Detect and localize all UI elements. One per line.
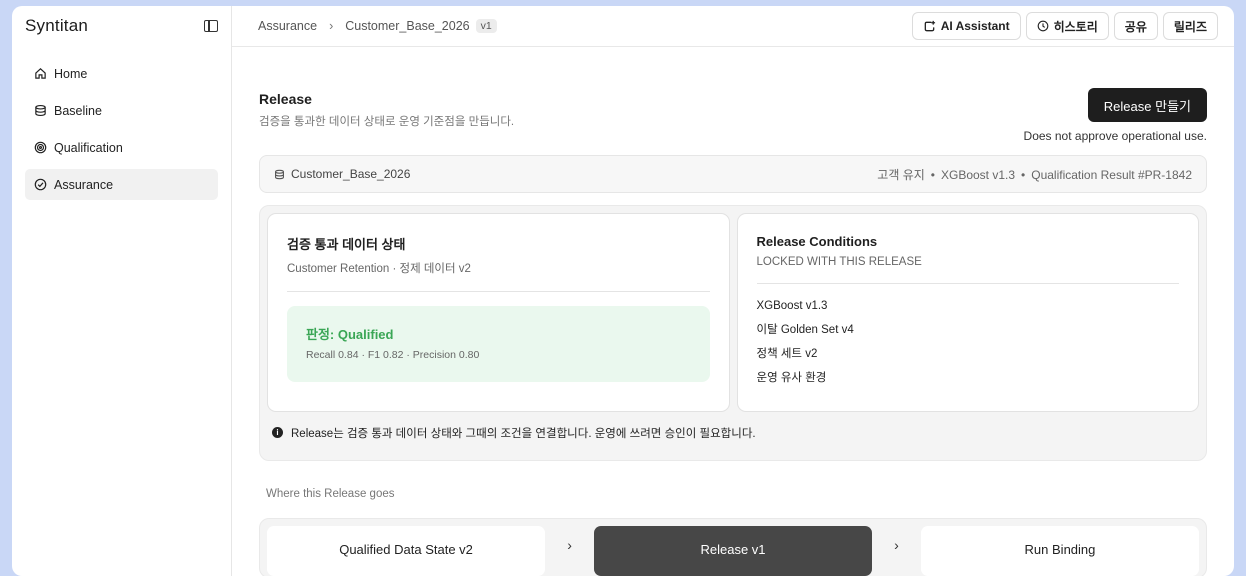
context-dataset: Customer_Base_2026 [274, 167, 410, 181]
verdict-metrics: Recall 0.84 · F1 0.82 · Precision 0.80 [306, 349, 480, 361]
context-dataset-name: Customer_Base_2026 [291, 167, 411, 181]
sidebar-item-label: Assurance [54, 177, 114, 192]
target-icon [34, 141, 47, 154]
page-subtitle: 검증을 통과한 데이터 상태로 운영 기준점을 만듭니다. [259, 116, 515, 128]
sidebar-nav: Home Baseline Qualification Assurance [25, 58, 218, 200]
sidebar-item-label: Qualification [54, 140, 123, 155]
condition-item: 이탈 Golden Set v4 [756, 324, 854, 336]
brand-logo: Syntitan [25, 16, 89, 35]
content: Release 검증을 통과한 데이터 상태로 운영 기준점을 만듭니다. Re… [259, 47, 1207, 576]
share-button[interactable]: 공유 [1113, 12, 1158, 40]
history-icon [1037, 20, 1048, 32]
sidebar-item-label: Home [54, 66, 88, 81]
cards-row: 검증 통과 데이터 상태 Customer Retention · 정제 데이터… [267, 213, 1199, 412]
separator-dot: • [1021, 167, 1026, 182]
context-tag-model: XGBoost v1.3 [940, 167, 1016, 182]
brand-row: Syntitan [25, 6, 218, 46]
top-bar: Assurance › Customer_Base_2026 v1 AI Ass… [232, 6, 1234, 47]
context-tags: 고객 유지 • XGBoost v1.3 • Qualification Result … [877, 166, 1192, 183]
info-message: i Release는 검증 통과 데이터 상태와 그때의 조건을 연결합니다. … [267, 412, 1199, 453]
separator-dot: • [930, 167, 935, 182]
info-icon: i [272, 427, 283, 438]
release-flow: Qualified Data State v2 › Release v1 › R… [259, 518, 1207, 576]
verdict-text: 판정: Qualified [306, 327, 394, 342]
context-tag-result: Qualification Result #PR-1842 [1031, 167, 1192, 182]
releases-label: 릴리즈 [1173, 19, 1207, 34]
database-icon [35, 104, 46, 117]
release-panel: 검증 통과 데이터 상태 Customer Retention · 정제 데이터… [259, 205, 1207, 461]
chevron-right-icon: › [894, 537, 899, 553]
home-icon [35, 68, 46, 79]
card-subtitle: Customer Retention · 정제 데이터 v2 [287, 260, 710, 292]
breadcrumb: Assurance › Customer_Base_2026 v1 [258, 19, 497, 33]
context-bar: Customer_Base_2026 고객 유지 • XGBoost v1.3 • Qu… [259, 155, 1207, 193]
verdict-box: 판정: Qualified Recall 0.84 · F1 0.82 · Pr… [287, 306, 710, 382]
conditions-list: XGBoost v1.3 이탈 Golden Set v4 정책 세트 v2 운… [757, 298, 1180, 394]
sidebar-toggle-icon[interactable] [204, 20, 218, 32]
chevron-right-icon: › [567, 537, 572, 553]
card-title: Release Conditions [756, 234, 878, 249]
flow-step-release[interactable]: Release v1 [593, 526, 873, 576]
sidebar-item-label: Baseline [54, 103, 102, 118]
breadcrumb-dataset[interactable]: Customer_Base_2026 [345, 19, 469, 33]
ai-assistant-label: AI Assistant [940, 19, 1010, 33]
condition-item: XGBoost v1.3 [756, 300, 828, 312]
create-release-button[interactable]: Release 만들기 [1087, 88, 1207, 122]
releases-button[interactable]: 릴리즈 [1162, 12, 1218, 40]
database-icon [275, 169, 284, 179]
page-title: Release [259, 91, 312, 107]
qualified-state-card: 검증 통과 데이터 상태 Customer Retention · 정제 데이터… [267, 213, 730, 412]
sidebar: Syntitan Home Baseline Qualification Ass… [12, 6, 232, 576]
approval-note: Does not approve operational use. [1023, 129, 1207, 143]
sparkle-icon [924, 20, 935, 31]
condition-item: 정책 세트 v2 [756, 348, 818, 360]
where-label: Where this Release goes [266, 488, 395, 500]
sidebar-item-home[interactable]: Home [25, 58, 218, 89]
ai-assistant-button[interactable]: AI Assistant [911, 12, 1021, 40]
info-text: Release는 검증 통과 데이터 상태와 그때의 조건을 연결합니다. 운영… [291, 427, 756, 440]
context-tag-purpose: 고객 유지 [877, 167, 925, 182]
flow-step-run-binding[interactable]: Run Binding [920, 526, 1200, 576]
version-badge: v1 [475, 19, 497, 33]
release-conditions-card: Release Conditions LOCKED WITH THIS RELE… [736, 213, 1199, 412]
flow-step-qualified-state[interactable]: Qualified Data State v2 [267, 526, 546, 576]
card-title: 검증 통과 데이터 상태 [287, 237, 406, 252]
check-circle-icon [34, 178, 47, 191]
page-header: Release 검증을 통과한 데이터 상태로 운영 기준점을 만듭니다. Re… [259, 47, 1207, 155]
sidebar-item-assurance[interactable]: Assurance [25, 169, 218, 200]
top-actions: AI Assistant 히스토리 공유 릴리즈 [911, 12, 1218, 40]
app-window: Syntitan Home Baseline Qualification Ass… [12, 6, 1234, 576]
share-label: 공유 [1124, 19, 1147, 34]
condition-item: 운영 유사 환경 [756, 372, 827, 384]
breadcrumb-assurance[interactable]: Assurance [258, 19, 317, 33]
history-button[interactable]: 히스토리 [1025, 12, 1109, 40]
chevron-right-icon: › [329, 19, 334, 33]
main-area: Assurance › Customer_Base_2026 v1 AI Ass… [232, 6, 1234, 576]
history-label: 히스토리 [1053, 19, 1098, 34]
sidebar-item-baseline[interactable]: Baseline [25, 95, 218, 126]
card-subtitle: LOCKED WITH THIS RELEASE [756, 256, 1179, 284]
sidebar-item-qualification[interactable]: Qualification [25, 132, 218, 163]
